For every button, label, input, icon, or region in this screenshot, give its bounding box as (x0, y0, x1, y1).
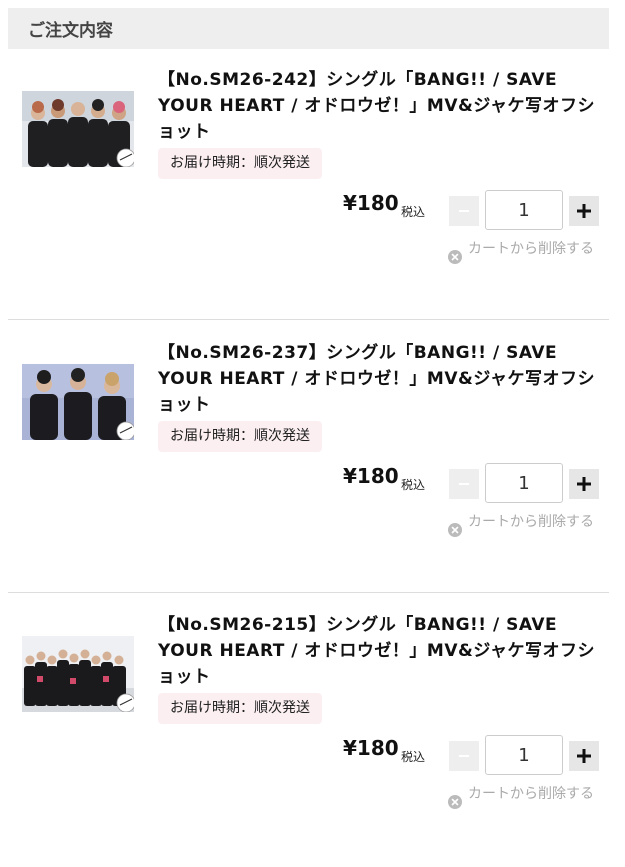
remove-label[interactable]: カートから削除する (468, 783, 600, 805)
tax-label: 税込 (401, 750, 426, 764)
order-contents-header: ご注文内容 (8, 8, 609, 49)
increase-quantity-button[interactable] (569, 469, 599, 499)
remove-label[interactable]: カートから削除する (468, 238, 600, 260)
product-title[interactable]: 【No.SM26-237】シングル「BANG!! / SAVE YOUR HEA… (158, 340, 603, 418)
decrease-quantity-button[interactable] (449, 741, 479, 771)
plus-icon (577, 749, 591, 763)
plus-icon (577, 204, 591, 218)
product-image[interactable] (22, 91, 134, 167)
remove-circle-x-icon (448, 250, 462, 264)
decrease-quantity-button[interactable] (449, 469, 479, 499)
product-price: ¥180 (343, 464, 399, 488)
tax-label: 税込 (401, 205, 426, 219)
product-price: ¥180 (343, 736, 399, 760)
tax-label: 税込 (401, 478, 426, 492)
product-title[interactable]: 【No.SM26-242】シングル「BANG!! / SAVE YOUR HEA… (158, 67, 603, 145)
item-divider (8, 319, 609, 320)
increase-quantity-button[interactable] (569, 196, 599, 226)
remove-circle-x-icon (448, 523, 462, 537)
cart-item: 【No.SM26-215】シングル「BANG!! / SAVE YOUR HEA… (0, 595, 625, 867)
minus-icon (459, 210, 469, 212)
decrease-quantity-button[interactable] (449, 196, 479, 226)
quantity-input[interactable] (485, 190, 563, 230)
order-contents-title: ご注文内容 (28, 21, 113, 41)
item-divider (8, 592, 609, 593)
quantity-input[interactable] (485, 463, 563, 503)
product-image[interactable] (22, 364, 134, 440)
delivery-badge: お届け時期：順次発送 (158, 148, 322, 179)
cart-item: 【No.SM26-237】シングル「BANG!! / SAVE YOUR HEA… (0, 323, 625, 595)
plus-icon (577, 477, 591, 491)
quantity-input[interactable] (485, 735, 563, 775)
minus-icon (459, 755, 469, 757)
product-image[interactable] (22, 636, 134, 712)
remove-from-cart-link[interactable]: カートから削除する (448, 238, 600, 282)
delivery-badge: お届け時期：順次発送 (158, 693, 322, 724)
product-price: ¥180 (343, 191, 399, 215)
delivery-badge: お届け時期：順次発送 (158, 421, 322, 452)
cart-item: 【No.SM26-242】シングル「BANG!! / SAVE YOUR HEA… (0, 50, 625, 322)
remove-from-cart-link[interactable]: カートから削除する (448, 783, 600, 827)
product-title[interactable]: 【No.SM26-215】シングル「BANG!! / SAVE YOUR HEA… (158, 612, 603, 690)
minus-icon (459, 483, 469, 485)
remove-circle-x-icon (448, 795, 462, 809)
increase-quantity-button[interactable] (569, 741, 599, 771)
remove-label[interactable]: カートから削除する (468, 511, 600, 533)
remove-from-cart-link[interactable]: カートから削除する (448, 511, 600, 555)
